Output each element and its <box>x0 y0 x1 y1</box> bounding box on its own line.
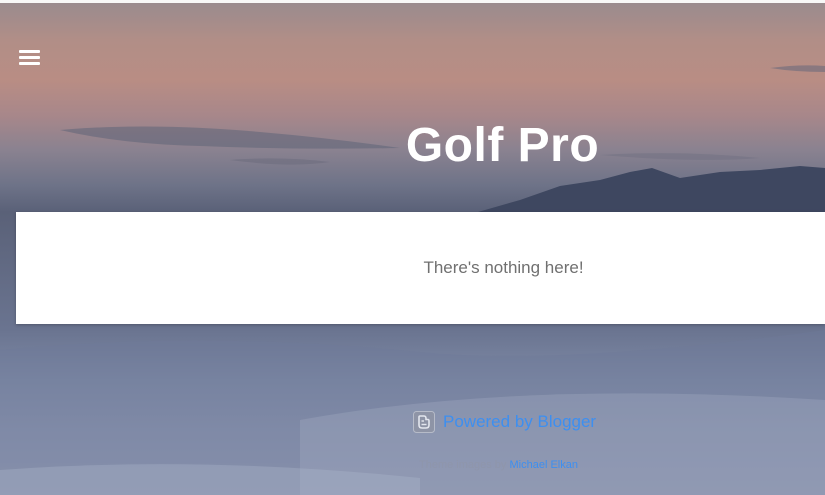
hamburger-menu-icon <box>19 62 40 65</box>
theme-images-prefix: Theme images by <box>419 459 507 471</box>
powered-by-blogger-link[interactable]: Powered by Blogger <box>413 409 596 435</box>
blogger-icon <box>413 411 435 433</box>
blog-page: Golf Pro There's nothing here! Powered b… <box>0 0 825 495</box>
powered-by-label: Powered by Blogger <box>443 412 597 431</box>
blog-title-link[interactable]: Golf Pro <box>406 119 599 172</box>
theme-attribution: Theme images by Michael Elkan <box>419 459 578 471</box>
menu-button[interactable] <box>14 44 46 72</box>
theme-images-author-link[interactable]: Michael Elkan <box>510 459 578 471</box>
hamburger-menu-icon <box>19 56 40 59</box>
empty-posts-message: There's nothing here! <box>423 258 584 277</box>
cloud-streak <box>770 65 825 72</box>
main-content-card: There's nothing here! <box>16 212 825 324</box>
hamburger-menu-icon <box>19 50 40 53</box>
blog-title: Golf Pro <box>0 118 825 173</box>
